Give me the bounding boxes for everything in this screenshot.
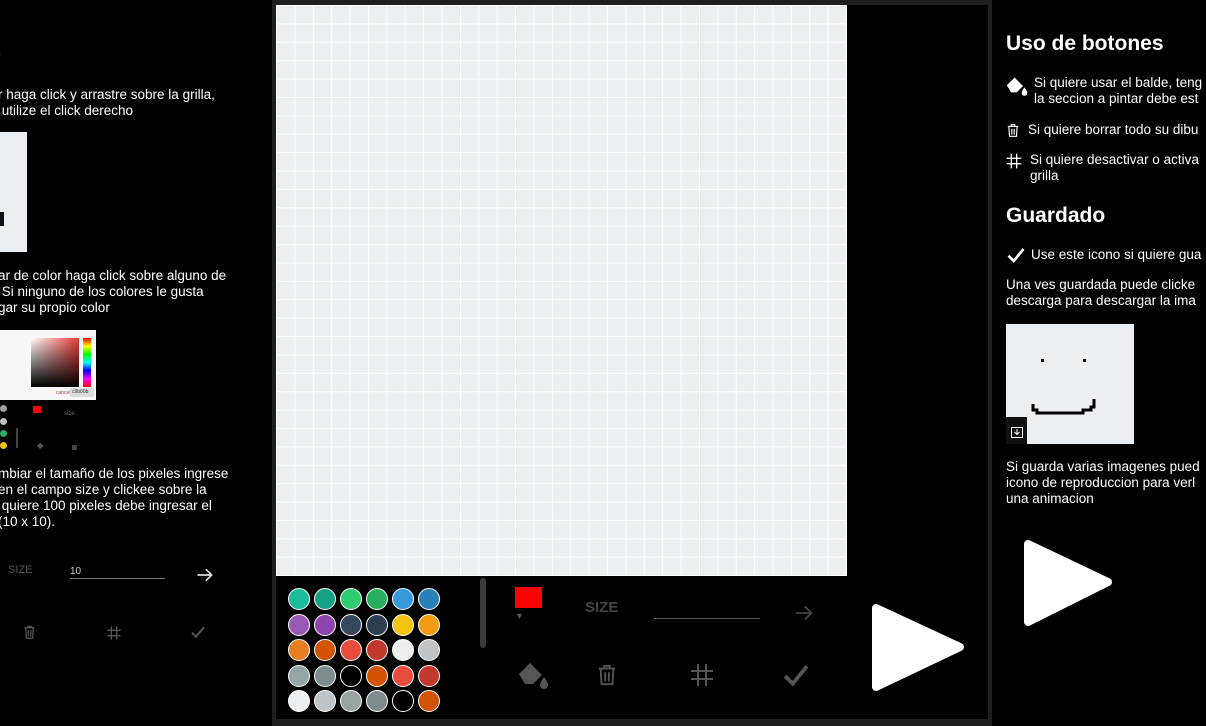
saved-image-preview xyxy=(1006,324,1134,444)
play-icon xyxy=(1024,540,1112,626)
grid-help-text: Si quiere desactivar o activa grilla xyxy=(1030,152,1199,183)
color-swatch[interactable] xyxy=(366,613,388,636)
color-swatch[interactable] xyxy=(340,613,362,636)
picker-value-label: c9b00b xyxy=(70,388,94,397)
color-swatch[interactable] xyxy=(314,639,336,661)
color-swatch[interactable] xyxy=(288,588,310,610)
trash-help-text: Si quiere borrar todo su dibu xyxy=(1028,122,1199,137)
color-swatch[interactable] xyxy=(314,613,336,636)
current-color-swatch[interactable] xyxy=(515,587,542,608)
paint-bucket-icon xyxy=(1006,77,1028,96)
left-help-draw-text: r haga click y arrastre sobre la grilla,… xyxy=(0,87,215,118)
mini-scrollbar xyxy=(16,428,18,448)
checkmark-icon[interactable] xyxy=(782,662,810,688)
color-swatch[interactable] xyxy=(392,588,414,610)
color-swatch[interactable] xyxy=(418,690,440,712)
color-swatch[interactable] xyxy=(392,613,414,636)
picker-cancel-label: cancel xyxy=(56,390,71,396)
trash-icon[interactable] xyxy=(596,662,618,688)
palette-scrollbar[interactable] xyxy=(480,578,486,648)
color-swatch[interactable] xyxy=(288,613,310,636)
left-help-color-text: ar de color haga click sobre alguno de S… xyxy=(0,268,227,315)
mini-swatch xyxy=(0,442,7,449)
trash-icon xyxy=(1007,124,1019,137)
play-icon[interactable] xyxy=(868,600,968,695)
arrow-right-icon[interactable] xyxy=(792,602,816,624)
color-swatch[interactable] xyxy=(340,639,362,661)
color-swatch[interactable] xyxy=(418,588,440,610)
arrow-right-icon xyxy=(197,568,213,582)
color-swatch[interactable] xyxy=(314,664,336,687)
mini-bucket-icon xyxy=(37,442,44,449)
download-icon xyxy=(1011,427,1023,438)
grid-icon[interactable] xyxy=(690,663,714,687)
checkmark-icon xyxy=(191,626,205,639)
color-palette xyxy=(288,588,444,716)
color-swatch[interactable] xyxy=(392,664,414,687)
drawing-example-image xyxy=(0,132,27,252)
color-swatch[interactable] xyxy=(392,639,414,661)
left-size-example-input: 10 xyxy=(70,566,165,579)
download-help-text: Una ves guardada puede clicke descarga p… xyxy=(1006,277,1196,308)
mini-size-label: size xyxy=(64,411,75,417)
right-help-panel: Uso de botones Si quiere usar el balde, … xyxy=(992,0,1206,726)
preview-area xyxy=(847,5,988,576)
checkmark-icon xyxy=(1007,248,1025,263)
mini-current-color xyxy=(33,406,41,413)
color-swatch[interactable] xyxy=(366,639,388,661)
color-swatch[interactable] xyxy=(366,664,388,687)
left-help-panel: a r haga click y arrastre sobre la grill… xyxy=(0,0,272,726)
download-button xyxy=(1006,417,1027,444)
mini-swatch xyxy=(0,418,7,425)
color-swatch[interactable] xyxy=(418,613,440,636)
color-swatch[interactable] xyxy=(314,690,336,712)
pixel-canvas-grid[interactable] xyxy=(276,5,847,576)
saved-heading: Guardado xyxy=(1006,204,1106,227)
buttons-usage-heading: Uso de botones xyxy=(1006,32,1164,55)
bucket-help-text: Si quiere usar el balde, teng la seccion… xyxy=(1034,75,1203,106)
color-dropdown-caret[interactable]: ▼ xyxy=(515,611,524,621)
color-swatch[interactable] xyxy=(366,588,388,610)
grid-icon xyxy=(1006,153,1022,169)
color-swatch[interactable] xyxy=(418,664,440,687)
size-input[interactable] xyxy=(654,600,760,619)
color-swatch[interactable] xyxy=(340,664,362,687)
color-swatch[interactable] xyxy=(340,690,362,712)
size-label: SIZE xyxy=(585,599,619,616)
trash-icon xyxy=(24,625,35,639)
color-swatch[interactable] xyxy=(288,690,310,712)
paint-bucket-icon[interactable] xyxy=(515,660,549,690)
animation-help-text: Si guarda varias imagenes pued icono de … xyxy=(1006,459,1200,506)
color-swatch[interactable] xyxy=(288,664,310,687)
mini-swatch xyxy=(0,430,7,437)
color-swatch[interactable] xyxy=(418,639,440,661)
color-swatch[interactable] xyxy=(392,690,414,712)
color-swatch[interactable] xyxy=(366,690,388,712)
color-swatch[interactable] xyxy=(340,588,362,610)
left-size-label: SIZE xyxy=(8,564,33,576)
save-help-text: Use este icono si quiere gua xyxy=(1031,247,1202,262)
color-picker-example-image: cancel c9b00b xyxy=(0,330,96,400)
color-swatch[interactable] xyxy=(314,588,336,610)
grid-icon xyxy=(107,626,121,640)
mini-trash-icon xyxy=(72,445,77,450)
color-swatch[interactable] xyxy=(288,639,310,661)
left-help-size-text: mbiar el tamaño de los pixeles ingrese e… xyxy=(0,466,229,529)
mini-swatch xyxy=(0,405,7,412)
